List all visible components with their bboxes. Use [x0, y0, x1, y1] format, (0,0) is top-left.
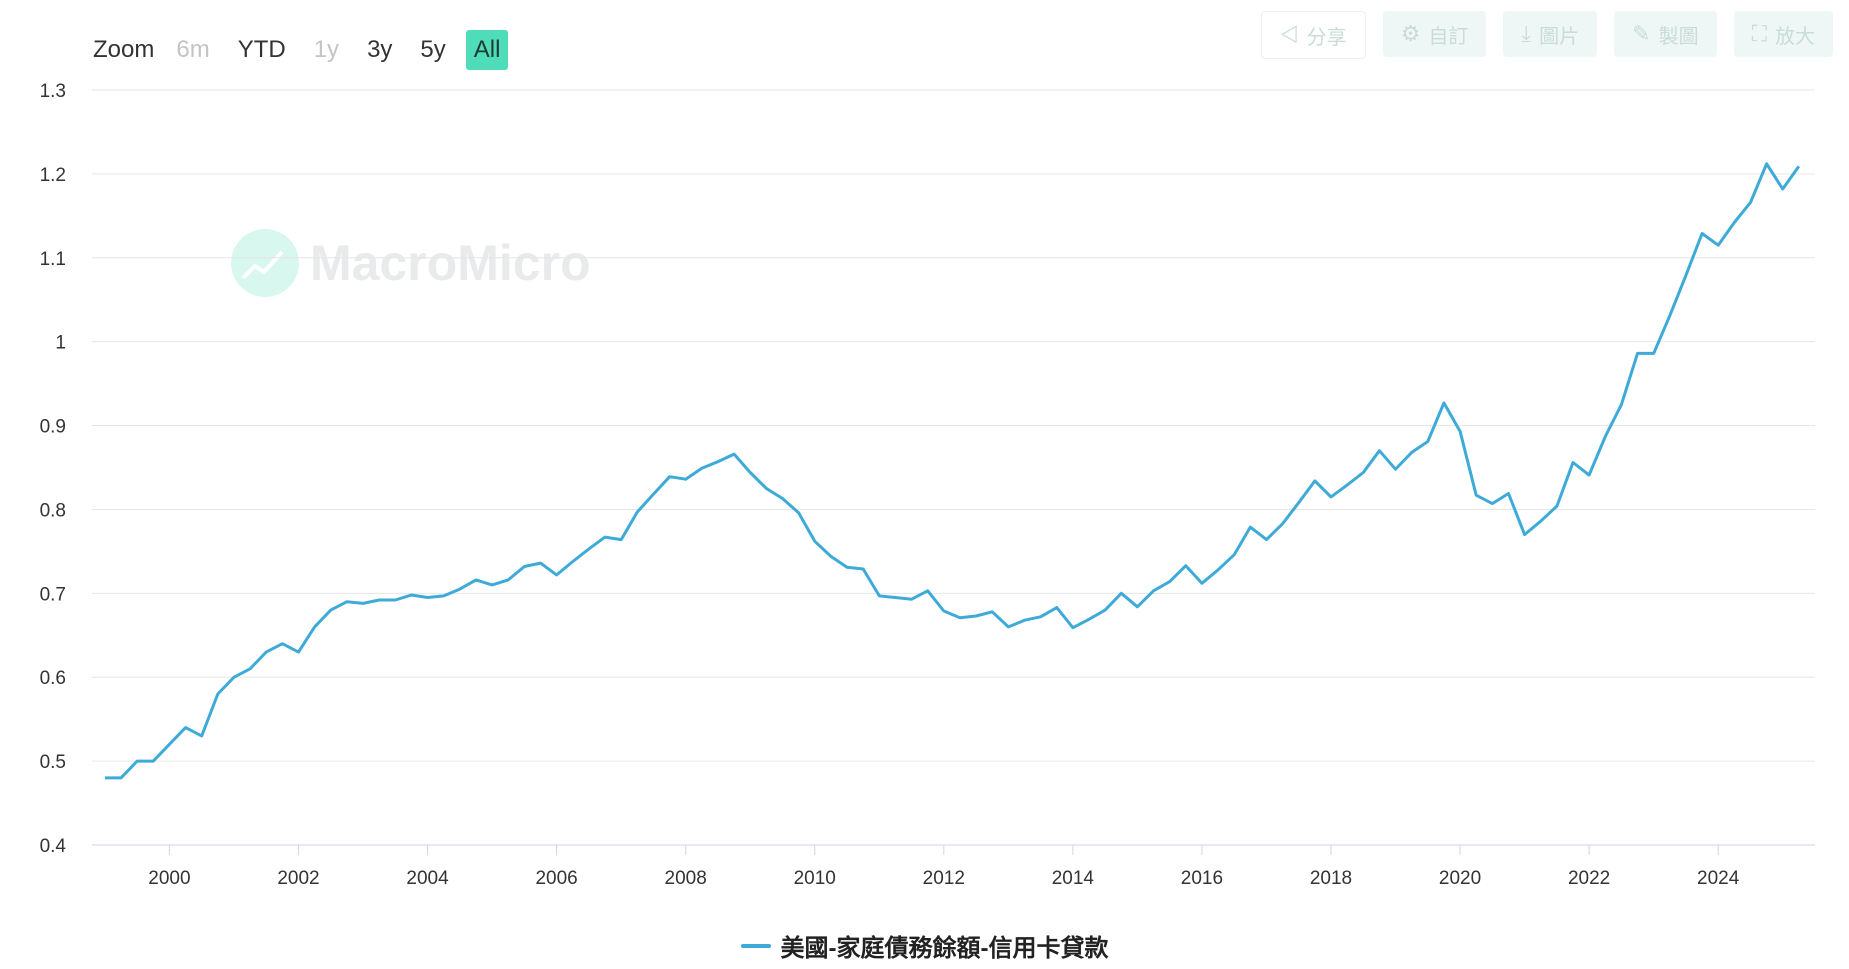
gear-icon: ⚙: [1400, 21, 1421, 46]
x-tick-label: 2008: [665, 868, 707, 889]
zoom-3y-button[interactable]: 3y: [359, 30, 400, 70]
zoom-ytd-button[interactable]: YTD: [230, 30, 294, 70]
draw-label: 製圖: [1658, 25, 1699, 48]
x-tick-label: 2020: [1439, 868, 1481, 889]
y-tick-label: 0.9: [40, 417, 66, 438]
y-tick-label: 0.7: [40, 584, 66, 605]
zoom-label: Zoom: [93, 36, 155, 63]
grid-lines: [92, 89, 1815, 762]
x-tick-label: 2022: [1568, 868, 1610, 889]
zoom-1y-button[interactable]: 1y: [306, 30, 347, 70]
x-tick-label: 2018: [1310, 868, 1352, 889]
x-tick-label: 2010: [794, 868, 836, 889]
zoom-all-button[interactable]: All: [465, 30, 509, 70]
custom-button[interactable]: ⚙ 自訂: [1382, 11, 1487, 57]
legend-swatch: [740, 943, 771, 948]
y-tick-label: 1.1: [40, 249, 66, 270]
x-tick-label: 2002: [277, 868, 319, 889]
share-button[interactable]: ⨞ 分享: [1261, 11, 1366, 59]
zoom-selector: Zoom 6m YTD 1y 3y 5y All: [93, 28, 520, 72]
y-tick-label: 0.4: [40, 836, 67, 857]
pencil-icon: ✎: [1632, 21, 1651, 46]
macromicro-watermark: MacroMicro: [231, 229, 591, 297]
draw-chart-button[interactable]: ✎ 製圖: [1614, 11, 1717, 57]
y-axis: 0.4 0.5 0.6 0.7 0.8 0.9 1 1.1 1.2 1.3: [40, 81, 67, 857]
chart-toolbar: ⨞ 分享 ⚙ 自訂 ⤓ 圖片 ✎ 製圖 ⛶ 放大: [1261, 11, 1833, 59]
x-tick-label: 2006: [535, 868, 577, 889]
image-label: 圖片: [1539, 25, 1580, 48]
x-tick-label: 2012: [923, 868, 965, 889]
y-tick-label: 0.6: [40, 668, 66, 689]
watermark-text: MacroMicro: [310, 235, 591, 291]
expand-icon: ⛶: [1751, 21, 1767, 46]
y-tick-label: 0.8: [40, 500, 66, 521]
share-label: 分享: [1306, 26, 1347, 49]
x-axis: 2000 2002 2004 2006 2008 2010 2012 2014 2016 2018…: [92, 844, 1815, 889]
legend[interactable]: 美國-家庭債務餘額-信用卡貸款: [0, 928, 1849, 963]
y-tick-label: 1: [55, 333, 66, 354]
x-tick-label: 2004: [406, 868, 449, 889]
y-tick-label: 1.3: [40, 81, 66, 102]
legend-series-label: 美國-家庭債務餘額-信用卡貸款: [780, 935, 1109, 962]
expand-button[interactable]: ⛶ 放大: [1733, 11, 1833, 57]
y-tick-label: 0.5: [40, 752, 66, 773]
zoom-5y-button[interactable]: 5y: [412, 30, 453, 70]
custom-label: 自訂: [1428, 25, 1469, 48]
zoom-6m-button[interactable]: 6m: [168, 30, 217, 70]
download-image-button[interactable]: ⤓ 圖片: [1503, 11, 1598, 57]
share-icon: ⨞: [1280, 22, 1299, 47]
line-chart: MacroMicro 0.40.50.60.70.80.911.11.21.3 …: [40, 81, 1815, 889]
expand-label: 放大: [1775, 25, 1815, 48]
download-icon: ⤓: [1521, 21, 1532, 46]
x-tick-label: 2014: [1052, 868, 1095, 889]
x-tick-label: 2024: [1697, 868, 1740, 889]
y-tick-label: 1.2: [40, 165, 66, 186]
x-tick-label: 2016: [1181, 868, 1223, 889]
x-tick-label: 2000: [148, 868, 190, 889]
